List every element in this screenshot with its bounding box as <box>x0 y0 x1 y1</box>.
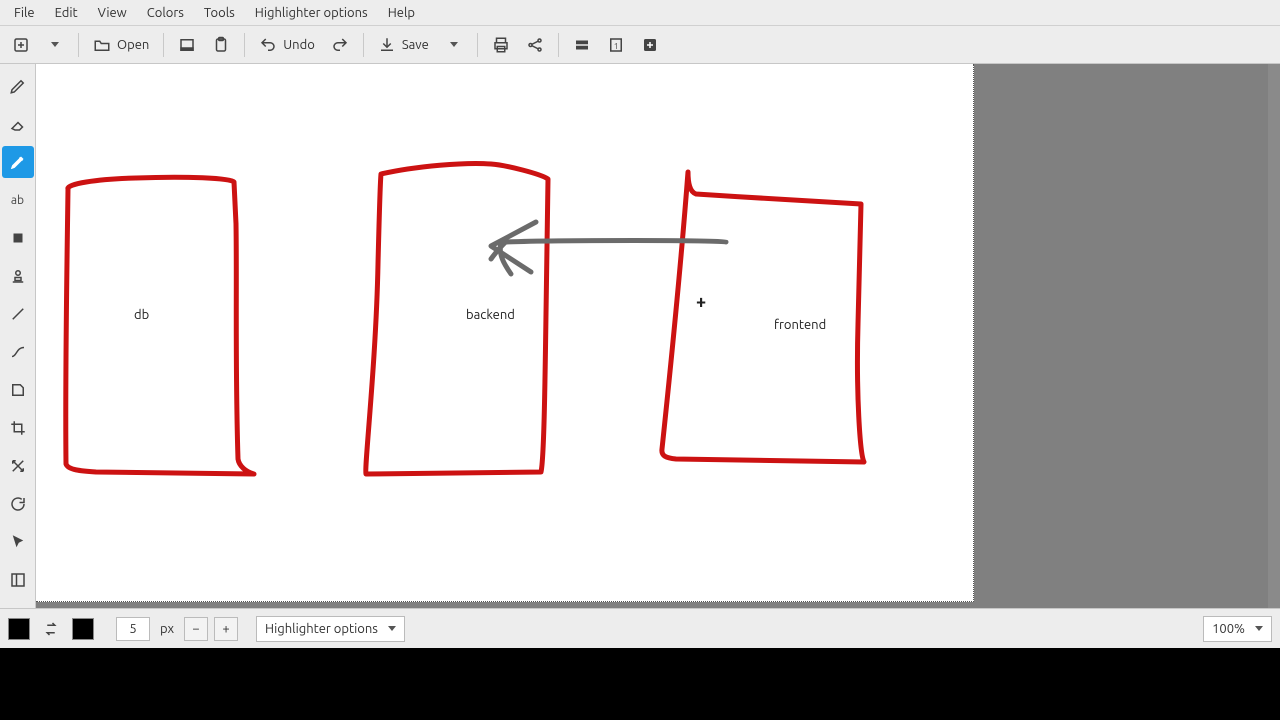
label-frontend: frontend <box>774 318 826 332</box>
screenshot-button[interactable] <box>172 30 202 60</box>
curve-tool-icon[interactable] <box>2 336 34 368</box>
highlighter-options-dropdown[interactable]: Highlighter options <box>256 616 405 642</box>
open-button[interactable]: Open <box>87 30 155 60</box>
label-db: db <box>134 308 149 322</box>
pen-tool-icon[interactable] <box>2 70 34 102</box>
canvas[interactable]: db backend frontend + <box>36 64 974 602</box>
menu-highlighter-options[interactable]: Highlighter options <box>245 2 378 24</box>
highlighter-tool-icon[interactable] <box>2 146 34 178</box>
undo-label: Undo <box>283 38 315 52</box>
pointer-tool-icon[interactable] <box>2 526 34 558</box>
stamp-tool-icon[interactable] <box>2 260 34 292</box>
separator <box>558 33 559 57</box>
letterbox-bottom <box>0 648 1280 720</box>
separator <box>163 33 164 57</box>
primary-color-swatch[interactable] <box>8 618 30 640</box>
new-button[interactable] <box>6 30 36 60</box>
chevron-down-icon <box>450 42 458 47</box>
canvas-overflow <box>974 64 1280 608</box>
save-button[interactable]: Save <box>372 30 435 60</box>
scrollbar-vertical[interactable] <box>1268 64 1280 608</box>
chevron-down-icon <box>388 626 396 631</box>
redo-button[interactable] <box>325 30 355 60</box>
menu-edit[interactable]: Edit <box>45 2 88 24</box>
svg-text:1: 1 <box>614 40 619 50</box>
workspace: ab db backen <box>0 64 1280 608</box>
separator <box>244 33 245 57</box>
layout-a-button[interactable] <box>567 30 597 60</box>
save-dropdown[interactable] <box>439 30 469 60</box>
clipboard-button[interactable] <box>206 30 236 60</box>
menu-view[interactable]: View <box>88 2 137 24</box>
canvas-area: db backend frontend + <box>36 64 1280 608</box>
menu-colors[interactable]: Colors <box>137 2 194 24</box>
eraser-tool-icon[interactable] <box>2 108 34 140</box>
line-tool-icon[interactable] <box>2 298 34 330</box>
swap-colors-button[interactable] <box>36 614 66 644</box>
reload-tool-icon[interactable] <box>2 488 34 520</box>
undo-button[interactable]: Undo <box>253 30 321 60</box>
print-button[interactable] <box>486 30 516 60</box>
label-backend: backend <box>466 308 515 322</box>
zoom-dropdown[interactable]: 100% <box>1203 616 1272 642</box>
cursor-crosshair-icon: + <box>696 292 706 312</box>
menu-help[interactable]: Help <box>378 2 425 24</box>
toolbar: Open Undo Save 1 <box>0 26 1280 64</box>
pixel-tool-icon[interactable] <box>2 222 34 254</box>
stroke-width-increase[interactable]: + <box>214 617 238 641</box>
menu-tools[interactable]: Tools <box>194 2 245 24</box>
stroke-width-input[interactable]: 5 <box>116 617 150 641</box>
panel-tool-icon[interactable] <box>2 564 34 596</box>
separator <box>363 33 364 57</box>
footer-bar: 5 px − + Highlighter options 100% <box>0 608 1280 648</box>
highlighter-options-label: Highlighter options <box>265 622 378 636</box>
menu-file[interactable]: File <box>4 2 45 24</box>
new-dropdown[interactable] <box>40 30 70 60</box>
save-label: Save <box>402 38 429 52</box>
shape-tool-icon[interactable] <box>2 374 34 406</box>
stroke-width-decrease[interactable]: − <box>184 617 208 641</box>
separator <box>477 33 478 57</box>
add-page-button[interactable] <box>635 30 665 60</box>
layout-b-button[interactable]: 1 <box>601 30 631 60</box>
open-label: Open <box>117 38 149 52</box>
secondary-color-swatch[interactable] <box>72 618 94 640</box>
tool-palette: ab <box>0 64 36 608</box>
chevron-down-icon <box>1255 626 1263 631</box>
text-tool-icon[interactable]: ab <box>2 184 34 216</box>
zoom-label: 100% <box>1212 622 1245 636</box>
move-tool-icon[interactable] <box>2 450 34 482</box>
chevron-down-icon <box>51 42 59 47</box>
scrollbar-thumb[interactable] <box>1268 64 1280 608</box>
share-button[interactable] <box>520 30 550 60</box>
drawing-layer <box>36 64 974 602</box>
crop-tool-icon[interactable] <box>2 412 34 444</box>
stroke-width-unit: px <box>156 622 178 636</box>
menubar: File Edit View Colors Tools Highlighter … <box>0 0 1280 26</box>
separator <box>78 33 79 57</box>
